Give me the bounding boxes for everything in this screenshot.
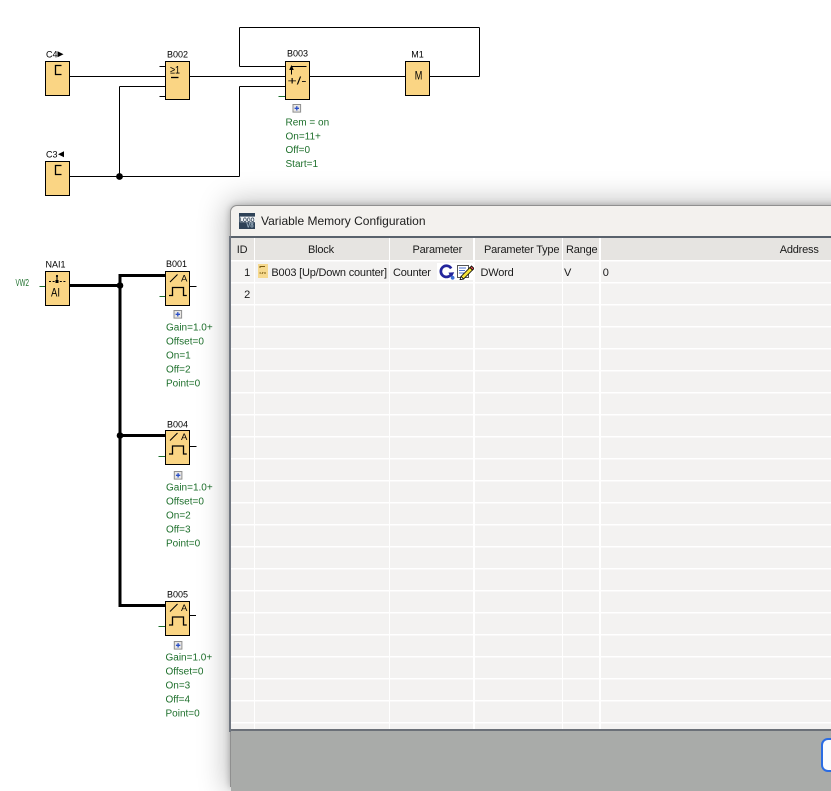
- svg-text:B002: B002: [167, 50, 188, 60]
- svg-text:Point=0: Point=0: [166, 379, 201, 390]
- svg-text:Gain=1.0+: Gain=1.0+: [166, 653, 213, 664]
- svg-text:C3: C3: [46, 150, 58, 160]
- svg-text:On=2: On=2: [166, 511, 191, 522]
- svg-text:A: A: [181, 274, 188, 285]
- svg-text:VW2: VW2: [16, 278, 30, 289]
- svg-text:On=11+: On=11+: [286, 131, 322, 142]
- svg-text:Rem = on: Rem = on: [286, 118, 330, 129]
- svg-text:M1: M1: [411, 50, 424, 60]
- svg-text:Off=3: Off=3: [166, 525, 191, 536]
- svg-text:On=1: On=1: [166, 351, 191, 362]
- svg-text:V8: V8: [246, 223, 254, 229]
- svg-text:On=3: On=3: [166, 681, 191, 692]
- svg-text:C4: C4: [46, 50, 58, 60]
- svg-text:Offset=0: Offset=0: [166, 497, 204, 508]
- svg-text:B004: B004: [167, 420, 188, 430]
- svg-text:AI: AI: [51, 286, 60, 300]
- svg-text:B003: B003: [287, 49, 308, 59]
- svg-text:Off=2: Off=2: [166, 365, 191, 376]
- svg-text:Offset=0: Offset=0: [166, 667, 204, 678]
- svg-text:Start=1: Start=1: [286, 159, 319, 170]
- svg-text:Off=0: Off=0: [286, 145, 311, 156]
- svg-text:NAI1: NAI1: [45, 260, 65, 270]
- svg-text:A: A: [181, 432, 188, 443]
- svg-text:Offset=0: Offset=0: [166, 337, 204, 348]
- svg-text:Off=4: Off=4: [166, 695, 191, 706]
- svg-text:≥1: ≥1: [170, 65, 180, 77]
- svg-text:B005: B005: [167, 590, 188, 600]
- svg-text:Point=0: Point=0: [166, 539, 201, 550]
- svg-text:B001: B001: [166, 259, 187, 269]
- svg-text:Gain=1.0+: Gain=1.0+: [166, 323, 213, 334]
- svg-text:Point=0: Point=0: [166, 709, 201, 720]
- svg-text:+/-: +/-: [288, 76, 307, 88]
- svg-text:M: M: [415, 69, 423, 83]
- svg-text:Gain=1.0+: Gain=1.0+: [166, 483, 213, 494]
- svg-text:A: A: [181, 603, 188, 614]
